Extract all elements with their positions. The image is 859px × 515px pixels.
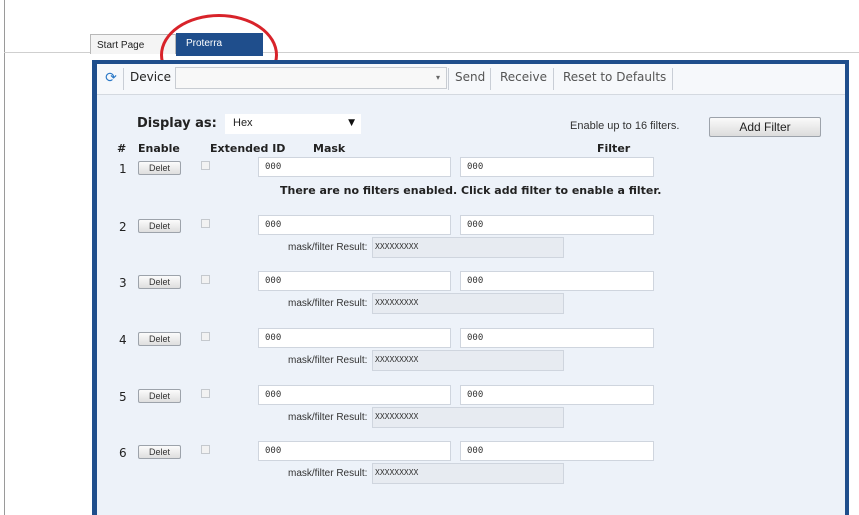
row-number: 3 bbox=[119, 276, 127, 290]
extended-id-checkbox[interactable] bbox=[201, 332, 210, 341]
column-filter-header: Filter bbox=[597, 142, 631, 155]
result-value: XXXXXXXXX bbox=[375, 242, 419, 251]
toolbar-separator bbox=[672, 68, 673, 90]
result-box: XXXXXXXXX bbox=[372, 237, 564, 258]
display-format-value: Hex bbox=[233, 117, 253, 129]
mask-input[interactable]: 000 bbox=[258, 441, 451, 461]
extended-id-checkbox[interactable] bbox=[201, 219, 210, 228]
toolbar-separator bbox=[448, 68, 449, 90]
result-box: XXXXXXXXX bbox=[372, 293, 564, 314]
send-button[interactable]: Send bbox=[455, 70, 485, 84]
window-left-border bbox=[4, 0, 5, 515]
result-box: XXXXXXXXX bbox=[372, 350, 564, 371]
filter-input[interactable]: 000 bbox=[460, 157, 654, 177]
mask-input[interactable]: 000 bbox=[258, 385, 451, 405]
device-label: Device bbox=[130, 70, 172, 84]
device-select[interactable]: ▾ bbox=[175, 67, 447, 89]
display-as-label: Display as: bbox=[137, 116, 217, 131]
result-box: XXXXXXXXX bbox=[372, 407, 564, 428]
display-format-select[interactable]: Hex ▼ bbox=[225, 114, 361, 134]
filter-input[interactable]: 000 bbox=[460, 385, 654, 405]
delete-filter-button[interactable]: Delet bbox=[138, 161, 181, 175]
row-number: 1 bbox=[119, 162, 127, 176]
delete-filter-button[interactable]: Delet bbox=[138, 445, 181, 459]
row-number: 2 bbox=[119, 220, 127, 234]
tab-start-page[interactable]: Start Page bbox=[90, 34, 176, 54]
mask-input[interactable]: 000 bbox=[258, 215, 451, 235]
receive-button[interactable]: Receive bbox=[500, 70, 547, 84]
result-label: mask/filter Result: bbox=[288, 298, 368, 309]
result-label: mask/filter Result: bbox=[288, 242, 368, 253]
toolbar-separator bbox=[123, 68, 124, 90]
delete-filter-button[interactable]: Delet bbox=[138, 389, 181, 403]
filter-input[interactable]: 000 bbox=[460, 215, 654, 235]
mask-input[interactable]: 000 bbox=[258, 328, 451, 348]
result-value: XXXXXXXXX bbox=[375, 298, 419, 307]
filter-input[interactable]: 000 bbox=[460, 271, 654, 291]
extended-id-checkbox[interactable] bbox=[201, 161, 210, 170]
mask-input[interactable]: 000 bbox=[258, 271, 451, 291]
result-value: XXXXXXXXX bbox=[375, 412, 419, 421]
row-number: 6 bbox=[119, 446, 127, 460]
column-mask-header: Mask bbox=[313, 142, 346, 155]
toolbar-separator bbox=[490, 68, 491, 90]
result-box: XXXXXXXXX bbox=[372, 463, 564, 484]
filter-input[interactable]: 000 bbox=[460, 328, 654, 348]
extended-id-checkbox[interactable] bbox=[201, 275, 210, 284]
result-label: mask/filter Result: bbox=[288, 412, 368, 423]
dropdown-arrow-icon: ▼ bbox=[348, 118, 355, 128]
column-extended-id-header: Extended ID bbox=[210, 142, 286, 155]
tab-proterra[interactable]: Proterra bbox=[176, 33, 263, 56]
extended-id-checkbox[interactable] bbox=[201, 389, 210, 398]
tab-label: Start Page bbox=[97, 40, 145, 51]
result-label: mask/filter Result: bbox=[288, 468, 368, 479]
no-filters-message: There are no filters enabled. Click add … bbox=[280, 184, 662, 197]
reset-to-defaults-button[interactable]: Reset to Defaults bbox=[563, 70, 666, 84]
column-number-header: # bbox=[117, 142, 127, 155]
refresh-icon[interactable]: ⟳ bbox=[103, 70, 119, 86]
delete-filter-button[interactable]: Delet bbox=[138, 332, 181, 346]
dropdown-arrow-icon: ▾ bbox=[435, 73, 440, 82]
result-value: XXXXXXXXX bbox=[375, 355, 419, 364]
panel-right-edge bbox=[845, 60, 849, 515]
row-number: 5 bbox=[119, 390, 127, 404]
toolbar-separator bbox=[553, 68, 554, 90]
add-filter-button[interactable]: Add Filter bbox=[709, 117, 821, 137]
tab-label: Proterra bbox=[186, 38, 223, 49]
delete-filter-button[interactable]: Delet bbox=[138, 219, 181, 233]
enable-limit-note: Enable up to 16 filters. bbox=[570, 120, 680, 132]
result-value: XXXXXXXXX bbox=[375, 468, 419, 477]
result-label: mask/filter Result: bbox=[288, 355, 368, 366]
row-number: 4 bbox=[119, 333, 127, 347]
filter-input[interactable]: 000 bbox=[460, 441, 654, 461]
extended-id-checkbox[interactable] bbox=[201, 445, 210, 454]
mask-input[interactable]: 000 bbox=[258, 157, 451, 177]
delete-filter-button[interactable]: Delet bbox=[138, 275, 181, 289]
column-enable-header: Enable bbox=[138, 142, 180, 155]
